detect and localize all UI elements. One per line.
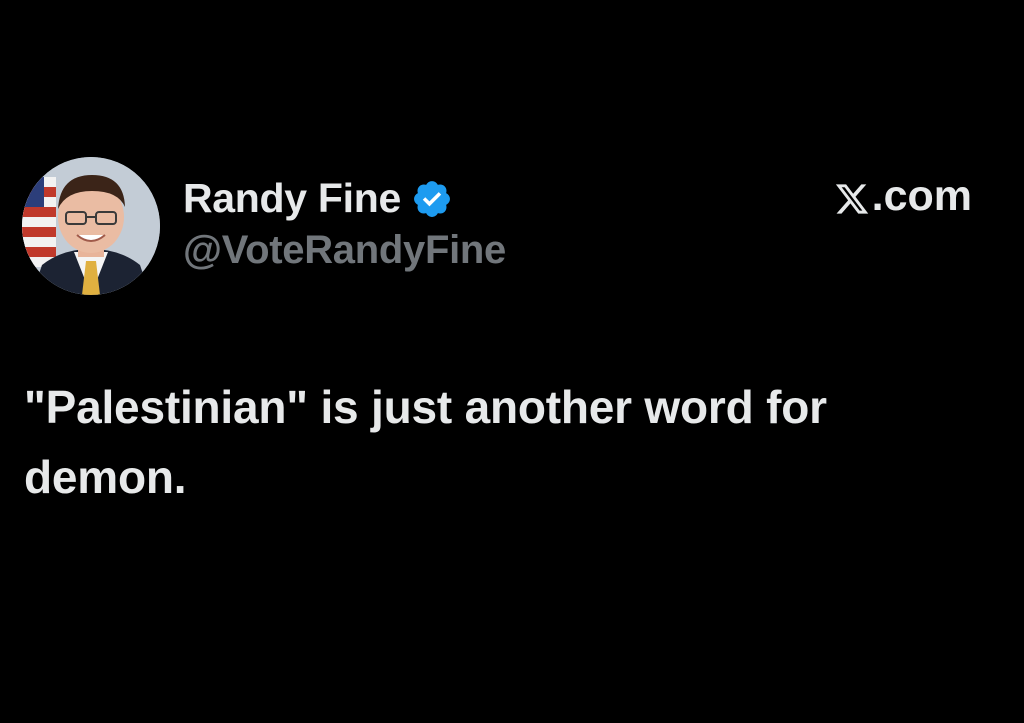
profile-photo [22,157,160,295]
site-label-text: .com [871,172,972,220]
author-name-row: Randy Fine [183,172,453,224]
author-handle[interactable]: @VoteRandyFine [183,228,506,273]
avatar[interactable] [22,157,160,295]
tweet-text: "Palestinian" is just another word for d… [24,381,827,503]
x-logo-icon [834,179,870,215]
author-display-name[interactable]: Randy Fine [183,175,401,222]
verified-badge-icon [411,178,453,220]
tweet-card: Randy Fine @VoteRandyFine .com "Palestin… [0,0,1024,723]
site-label: .com [834,172,972,221]
